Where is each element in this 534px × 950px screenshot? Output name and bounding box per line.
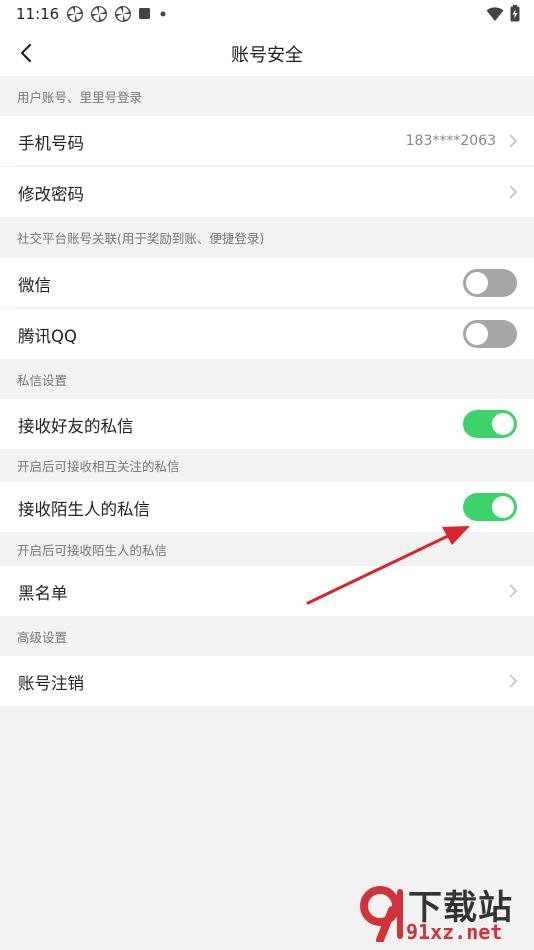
- friend-msg-hint: 开启后可接收相互关注的私信: [0, 449, 534, 482]
- phone-number-value: 183****2063: [405, 133, 496, 149]
- status-time: 11:16: [16, 5, 60, 23]
- toggle-knob: [466, 323, 488, 345]
- wechat-row: 微信: [0, 258, 534, 308]
- toggle-knob: [492, 496, 514, 518]
- status-system-icons: [486, 5, 520, 22]
- section-header-social: 社交平台账号关联(用于奖励到账、便捷登录): [0, 217, 534, 258]
- watermark: 下载站 91xz.net: [358, 880, 528, 946]
- battery-charging-icon: [510, 5, 520, 22]
- square-icon: [139, 8, 150, 19]
- chevron-right-icon: [509, 674, 518, 688]
- row-label: 黑名单: [18, 584, 68, 603]
- row-label: 手机号码: [18, 134, 84, 153]
- phone-number-row[interactable]: 手机号码 183****2063: [0, 116, 534, 166]
- pinwheel-icon: [115, 6, 131, 22]
- wifi-icon: [486, 6, 504, 21]
- qq-row: 腾讯QQ: [0, 309, 534, 359]
- row-label: 修改密码: [18, 185, 84, 204]
- toggle-knob: [466, 272, 488, 294]
- divider: [16, 165, 534, 166]
- wechat-toggle[interactable]: [463, 269, 517, 297]
- toggle-knob: [492, 413, 514, 435]
- row-label: 账号注销: [18, 674, 84, 693]
- row-label: 接收好友的私信: [18, 417, 134, 436]
- friend-msg-row: 接收好友的私信: [0, 399, 534, 449]
- row-label: 微信: [18, 276, 51, 295]
- section-header-account-login: 用户账号、里里号登录: [0, 76, 534, 116]
- watermark-url: 91xz.net: [406, 920, 503, 944]
- stranger-msg-toggle[interactable]: [463, 493, 517, 521]
- chevron-right-icon: [509, 185, 518, 199]
- pinwheel-icon: [67, 6, 83, 22]
- chevron-right-icon: [509, 584, 518, 598]
- deactivate-account-row[interactable]: 账号注销: [0, 656, 534, 706]
- section-header-private-msg: 私信设置: [0, 359, 534, 399]
- friend-msg-toggle[interactable]: [463, 410, 517, 438]
- pinwheel-icon: [91, 6, 107, 22]
- row-label: 接收陌生人的私信: [18, 500, 150, 519]
- nav-bar: 账号安全: [0, 28, 534, 76]
- section-header-advanced: 高级设置: [0, 616, 534, 656]
- stranger-msg-hint: 开启后可接收陌生人的私信: [0, 532, 534, 566]
- blacklist-row[interactable]: 黑名单: [0, 566, 534, 616]
- qq-toggle[interactable]: [463, 320, 517, 348]
- page-title: 账号安全: [231, 45, 303, 66]
- watermark-logo-icon: [360, 886, 403, 942]
- dot-icon: [160, 11, 166, 17]
- change-password-row[interactable]: 修改密码: [0, 167, 534, 217]
- row-label: 腾讯QQ: [18, 327, 77, 346]
- divider: [16, 307, 534, 308]
- chevron-right-icon: [509, 134, 518, 148]
- stranger-msg-row: 接收陌生人的私信: [0, 482, 534, 532]
- status-notification-icons: [66, 5, 168, 23]
- status-bar: 11:16: [0, 0, 534, 28]
